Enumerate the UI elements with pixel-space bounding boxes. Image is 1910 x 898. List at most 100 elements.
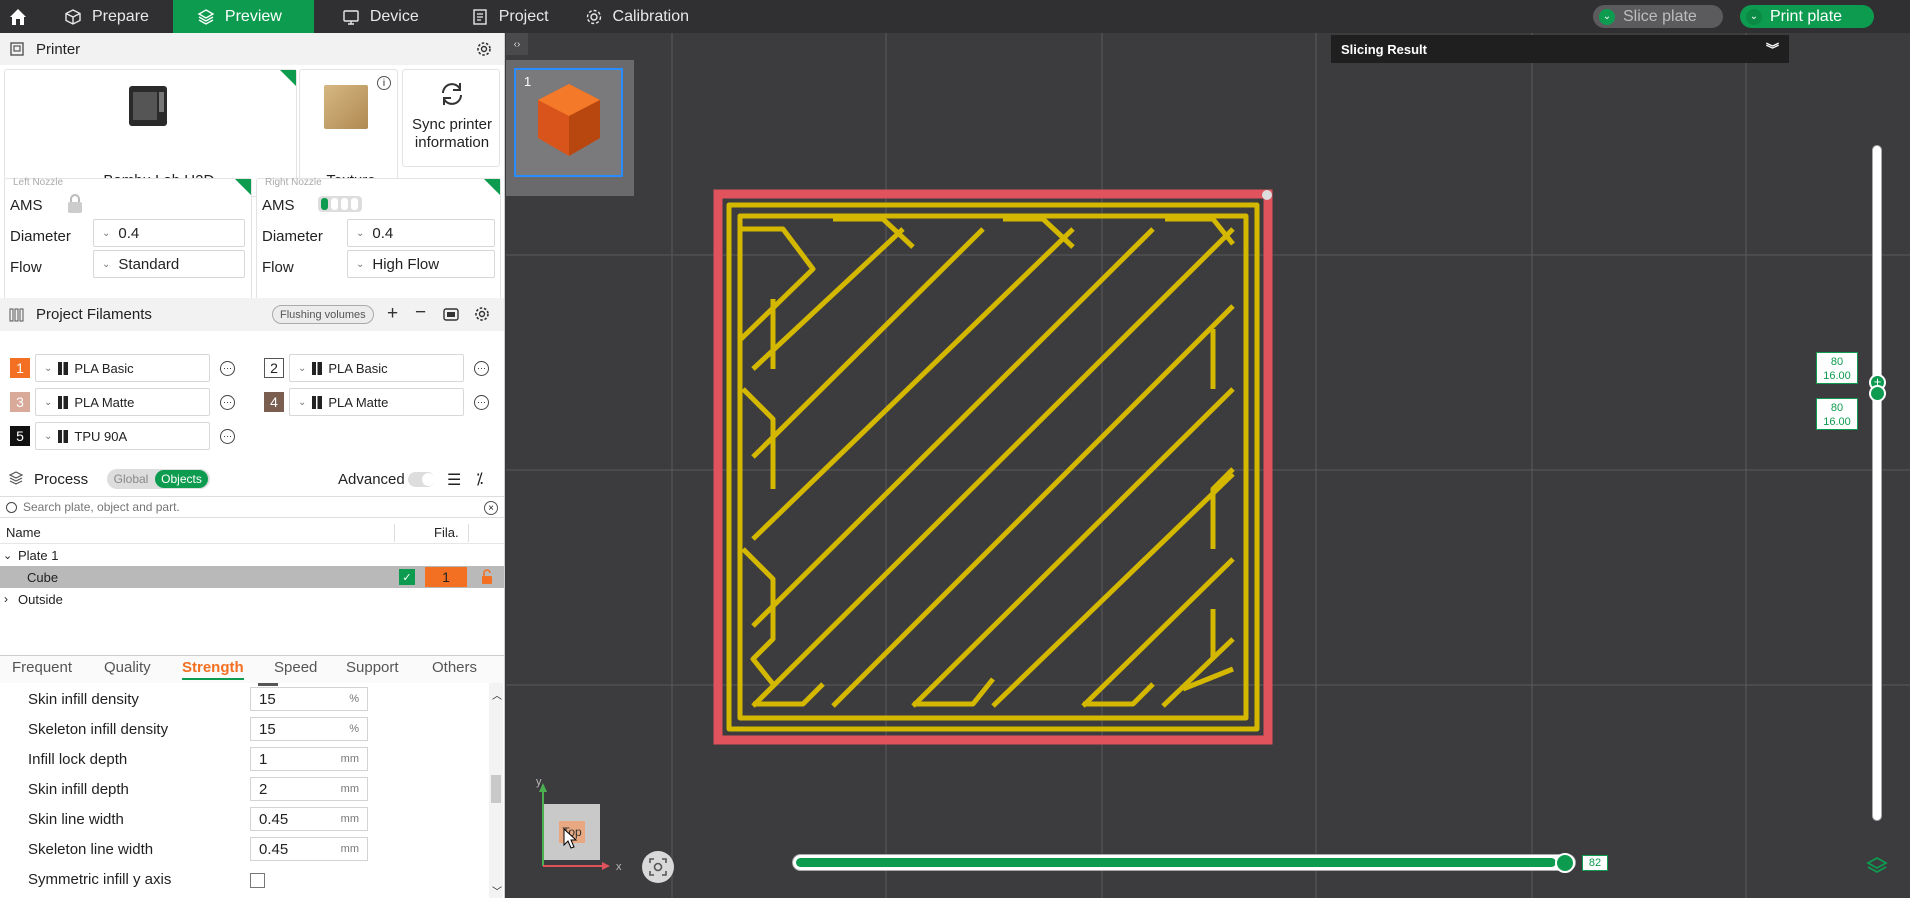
chevron-down-icon: ⌄ [356, 227, 365, 239]
add-icon[interactable]: + [387, 303, 398, 325]
right-diameter-select[interactable]: ⌄ 0.4 [347, 219, 495, 247]
filament-item[interactable]: 3 ⌄ PLA Matte ··· [8, 388, 248, 416]
param-tab[interactable]: Speed [274, 659, 317, 676]
param-tab[interactable]: Frequent [12, 659, 72, 676]
fit-view-button[interactable] [642, 851, 674, 883]
scroll-down-icon[interactable]: ﹀ [492, 883, 502, 898]
axis-y-label: y [536, 776, 542, 788]
tab-prepare[interactable]: Prepare [36, 0, 173, 33]
filament-select[interactable]: ⌄ PLA Basic [289, 354, 464, 382]
param-input[interactable]: 0.45 mm [250, 837, 368, 861]
param-input[interactable]: 15% [250, 687, 368, 711]
param-value: 15 [259, 690, 276, 708]
filament-grid-icon[interactable] [443, 306, 459, 326]
param-unit: % [349, 723, 359, 735]
scroll-thumb[interactable] [491, 775, 501, 803]
plate-number: 1 [524, 74, 532, 89]
slicing-result-panel[interactable]: Slicing Result ︾ [1331, 35, 1789, 63]
more-options-icon[interactable]: ··· [220, 395, 235, 410]
filament-item[interactable]: 5 ⌄ TPU 90A ··· [8, 422, 248, 450]
home-icon[interactable] [0, 0, 36, 33]
diameter-label: Diameter [10, 228, 71, 245]
ams-slots-icon[interactable] [317, 193, 363, 215]
filament-item[interactable]: 2 ⌄ PLA Basic ··· [262, 354, 502, 382]
scrollbar[interactable]: ︿ ﹀ [489, 683, 503, 898]
move-slider-track[interactable] [792, 854, 1576, 871]
left-flow-select[interactable]: ⌄ Standard [93, 250, 245, 278]
collapse-panel-icon[interactable]: ‹› [506, 33, 528, 55]
clear-icon[interactable]: × [484, 501, 498, 515]
sync-printer-button[interactable]: Sync printer information [402, 69, 500, 167]
filament-color-swatch[interactable]: 4 [264, 392, 284, 412]
more-options-icon[interactable]: ··· [474, 395, 489, 410]
lock-icon[interactable] [480, 569, 494, 588]
layers-toggle-icon[interactable] [1866, 855, 1888, 880]
param-tab[interactable]: Strength [182, 659, 244, 680]
tab-project[interactable]: Project [443, 0, 573, 33]
object-row[interactable]: Cube ✓ 1 [0, 566, 504, 588]
right-flow-select[interactable]: ⌄ High Flow [347, 250, 495, 278]
filament-color-swatch[interactable]: 1 [10, 358, 30, 378]
tab-device[interactable]: Device [314, 0, 443, 33]
param-input[interactable]: 1 mm [250, 747, 368, 771]
info-icon[interactable]: i [377, 76, 391, 90]
printer-icon [8, 40, 26, 58]
param-tab[interactable]: Support [346, 659, 399, 676]
global-objects-toggle[interactable]: Global Objects [107, 469, 210, 489]
filament-color-swatch[interactable]: 5 [10, 426, 30, 446]
visible-checkbox[interactable]: ✓ [399, 569, 415, 585]
filament-item[interactable]: 1 ⌄ PLA Basic ··· [8, 354, 248, 382]
slice-plate-label: Slice plate [1623, 7, 1697, 25]
filament-settings-gear-icon[interactable] [474, 306, 490, 326]
layer-slider-bottom-thumb[interactable] [1869, 385, 1886, 402]
scroll-up-icon[interactable]: ︿ [492, 687, 502, 702]
layer-slider-track[interactable] [1872, 145, 1882, 821]
param-tab[interactable]: Quality [104, 659, 151, 676]
plate-thumbnail[interactable]: 1 [514, 68, 623, 177]
ams-lock-icon[interactable] [65, 193, 85, 215]
move-slider-thumb[interactable] [1555, 853, 1575, 873]
slice-plate-button[interactable]: ⌄ Slice plate [1593, 5, 1723, 28]
symmetric-checkbox[interactable] [250, 873, 265, 888]
filament-color-swatch[interactable]: 3 [10, 392, 30, 412]
filament-item[interactable]: 4 ⌄ PLA Matte ··· [262, 388, 502, 416]
tab-preview[interactable]: Preview [172, 0, 314, 33]
compare-icon[interactable]: ⁒ [476, 469, 483, 489]
object-filament-badge[interactable]: 1 [425, 567, 467, 587]
filament-select[interactable]: ⌄ PLA Basic [35, 354, 210, 382]
param-input[interactable]: 15% [250, 717, 368, 741]
filament-select[interactable]: ⌄ PLA Matte [35, 388, 210, 416]
more-options-icon[interactable]: ··· [220, 429, 235, 444]
param-tab[interactable]: Others [432, 659, 477, 676]
chevron-right-icon[interactable]: › [4, 592, 8, 606]
param-input[interactable]: 0.45 mm [250, 807, 368, 831]
objects-option[interactable]: Objects [155, 470, 208, 488]
chevron-down-icon[interactable]: ⌄ [3, 549, 12, 562]
plate-row[interactable]: ⌄ Plate 1 [0, 544, 504, 566]
param-input[interactable]: 2 mm [250, 777, 368, 801]
search-input[interactable] [23, 500, 483, 514]
filament-select[interactable]: ⌄ PLA Matte [289, 388, 464, 416]
more-options-icon[interactable]: ··· [474, 361, 489, 376]
settings-gear-icon[interactable] [476, 41, 492, 61]
left-diameter-select[interactable]: ⌄ 0.4 [93, 219, 245, 247]
tab-label: Project [498, 7, 549, 25]
3d-viewport[interactable]: ‹› 1 Slicing Result ︾ + 80 16.00 80 16.0… [506, 33, 1910, 898]
more-options-icon[interactable]: ··· [220, 361, 235, 376]
double-chevron-down-icon[interactable]: ︾ [1766, 39, 1779, 58]
filament-color-swatch[interactable]: 2 [264, 358, 284, 378]
outside-name: Outside [18, 591, 63, 607]
printer-image-icon [129, 86, 167, 126]
outside-row[interactable]: › Outside [0, 588, 504, 610]
global-option[interactable]: Global [107, 472, 155, 486]
tab-calibration[interactable]: Calibration [573, 0, 713, 33]
object-table-header: Name Fila. [0, 522, 504, 544]
print-plate-button[interactable]: ⌄ Print plate [1740, 5, 1874, 28]
filament-select[interactable]: ⌄ TPU 90A [35, 422, 210, 450]
left-sidebar: Printer ⌄ Bambu Lab H2D i ⌄ Texture... S… [0, 33, 505, 898]
advanced-toggle[interactable] [408, 472, 435, 487]
move-slider-value: 82 [1582, 855, 1608, 871]
remove-icon[interactable]: − [415, 302, 426, 324]
flushing-volumes-button[interactable]: Flushing volumes [272, 305, 374, 324]
list-icon[interactable]: ☰ [447, 470, 461, 490]
